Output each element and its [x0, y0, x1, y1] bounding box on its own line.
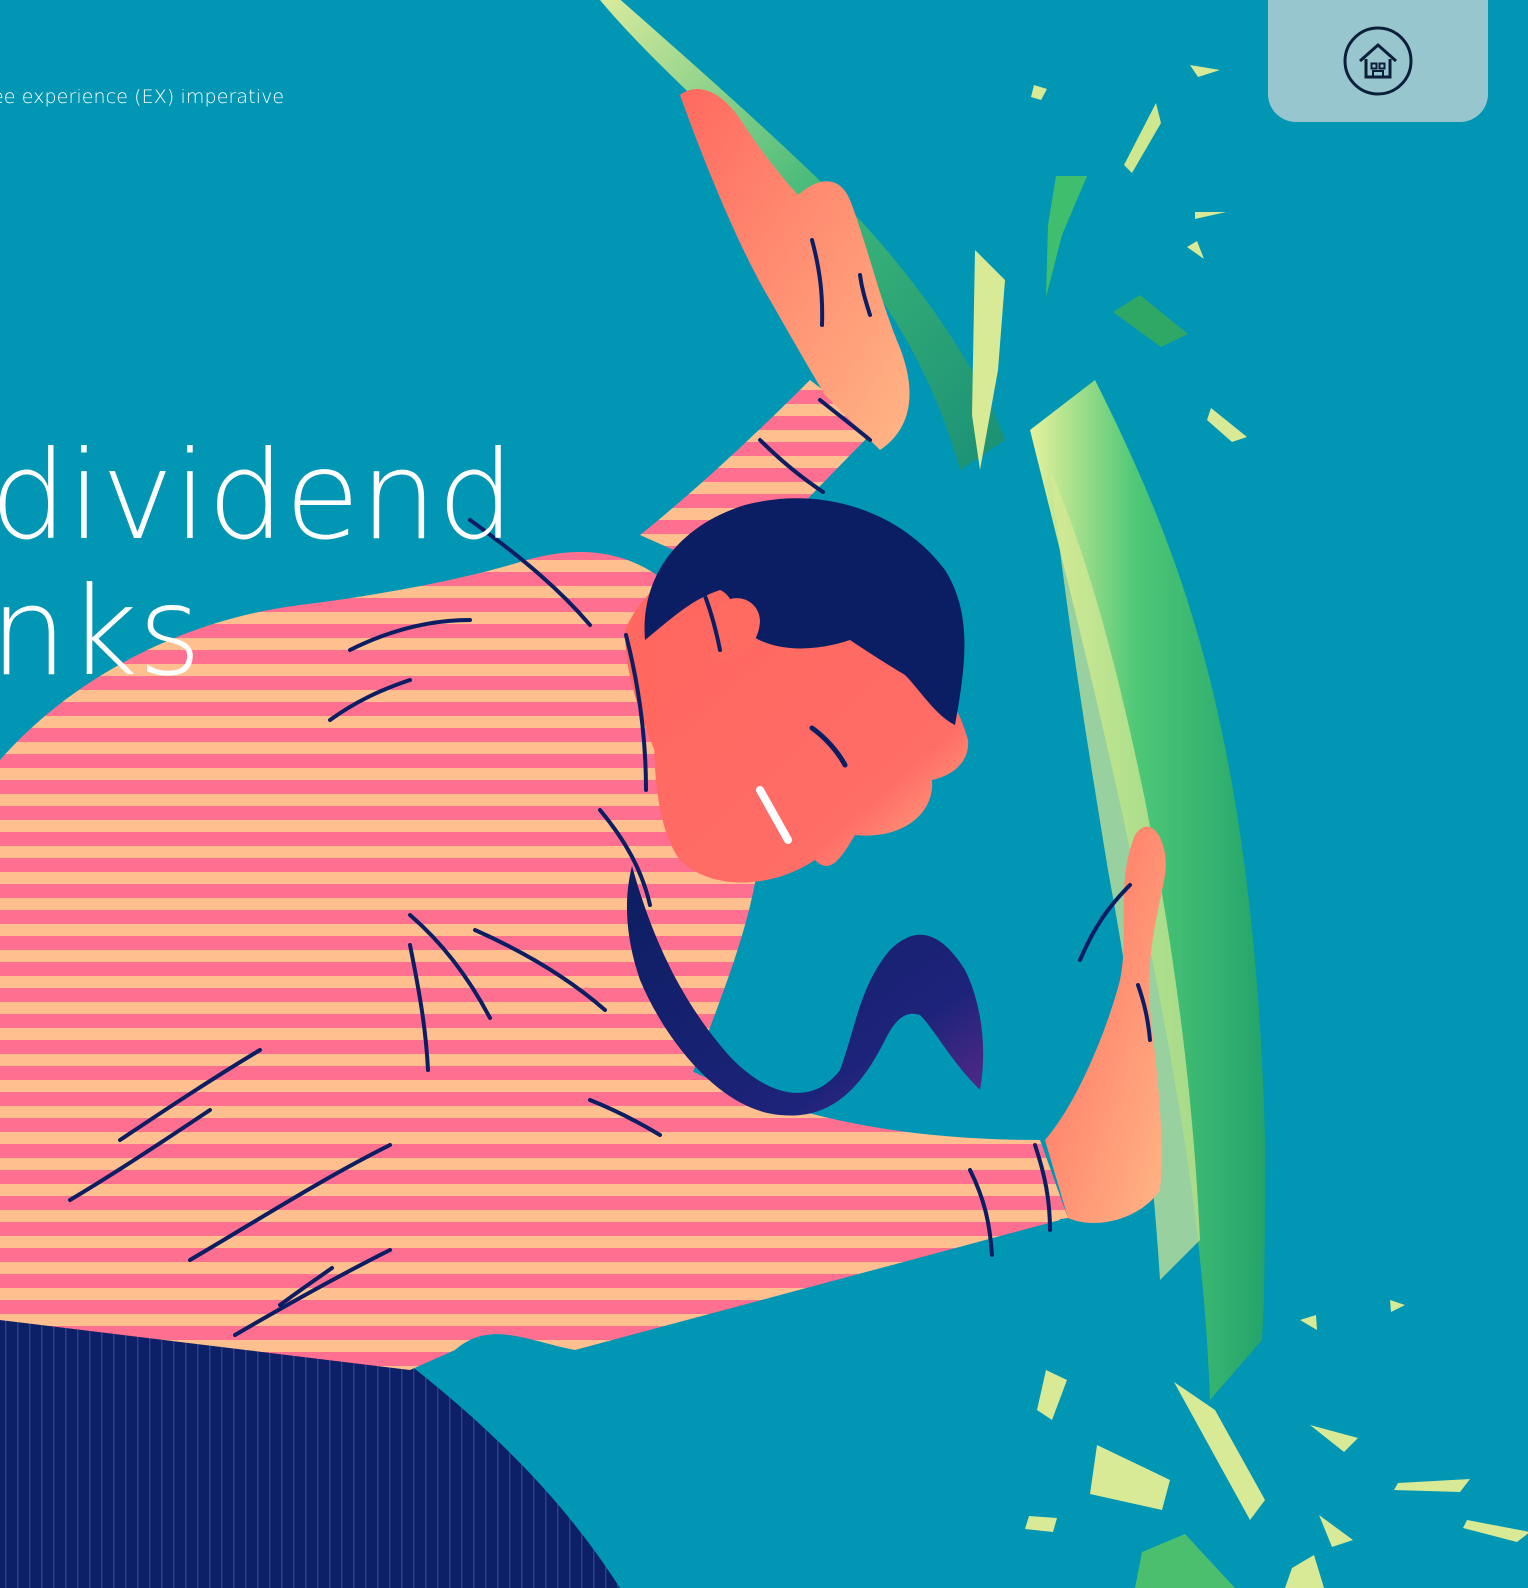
hero-title-line-1: dividend	[0, 425, 515, 567]
page: ee experience (EX) imperative dividend n…	[0, 0, 1528, 1588]
illustration	[0, 0, 1528, 1588]
home-button[interactable]	[1268, 0, 1488, 122]
breadcrumb: ee experience (EX) imperative	[0, 86, 285, 108]
hero-title-line-2: nks	[0, 561, 202, 703]
home-icon	[1343, 26, 1413, 96]
hero-title: dividend nks	[0, 428, 515, 700]
